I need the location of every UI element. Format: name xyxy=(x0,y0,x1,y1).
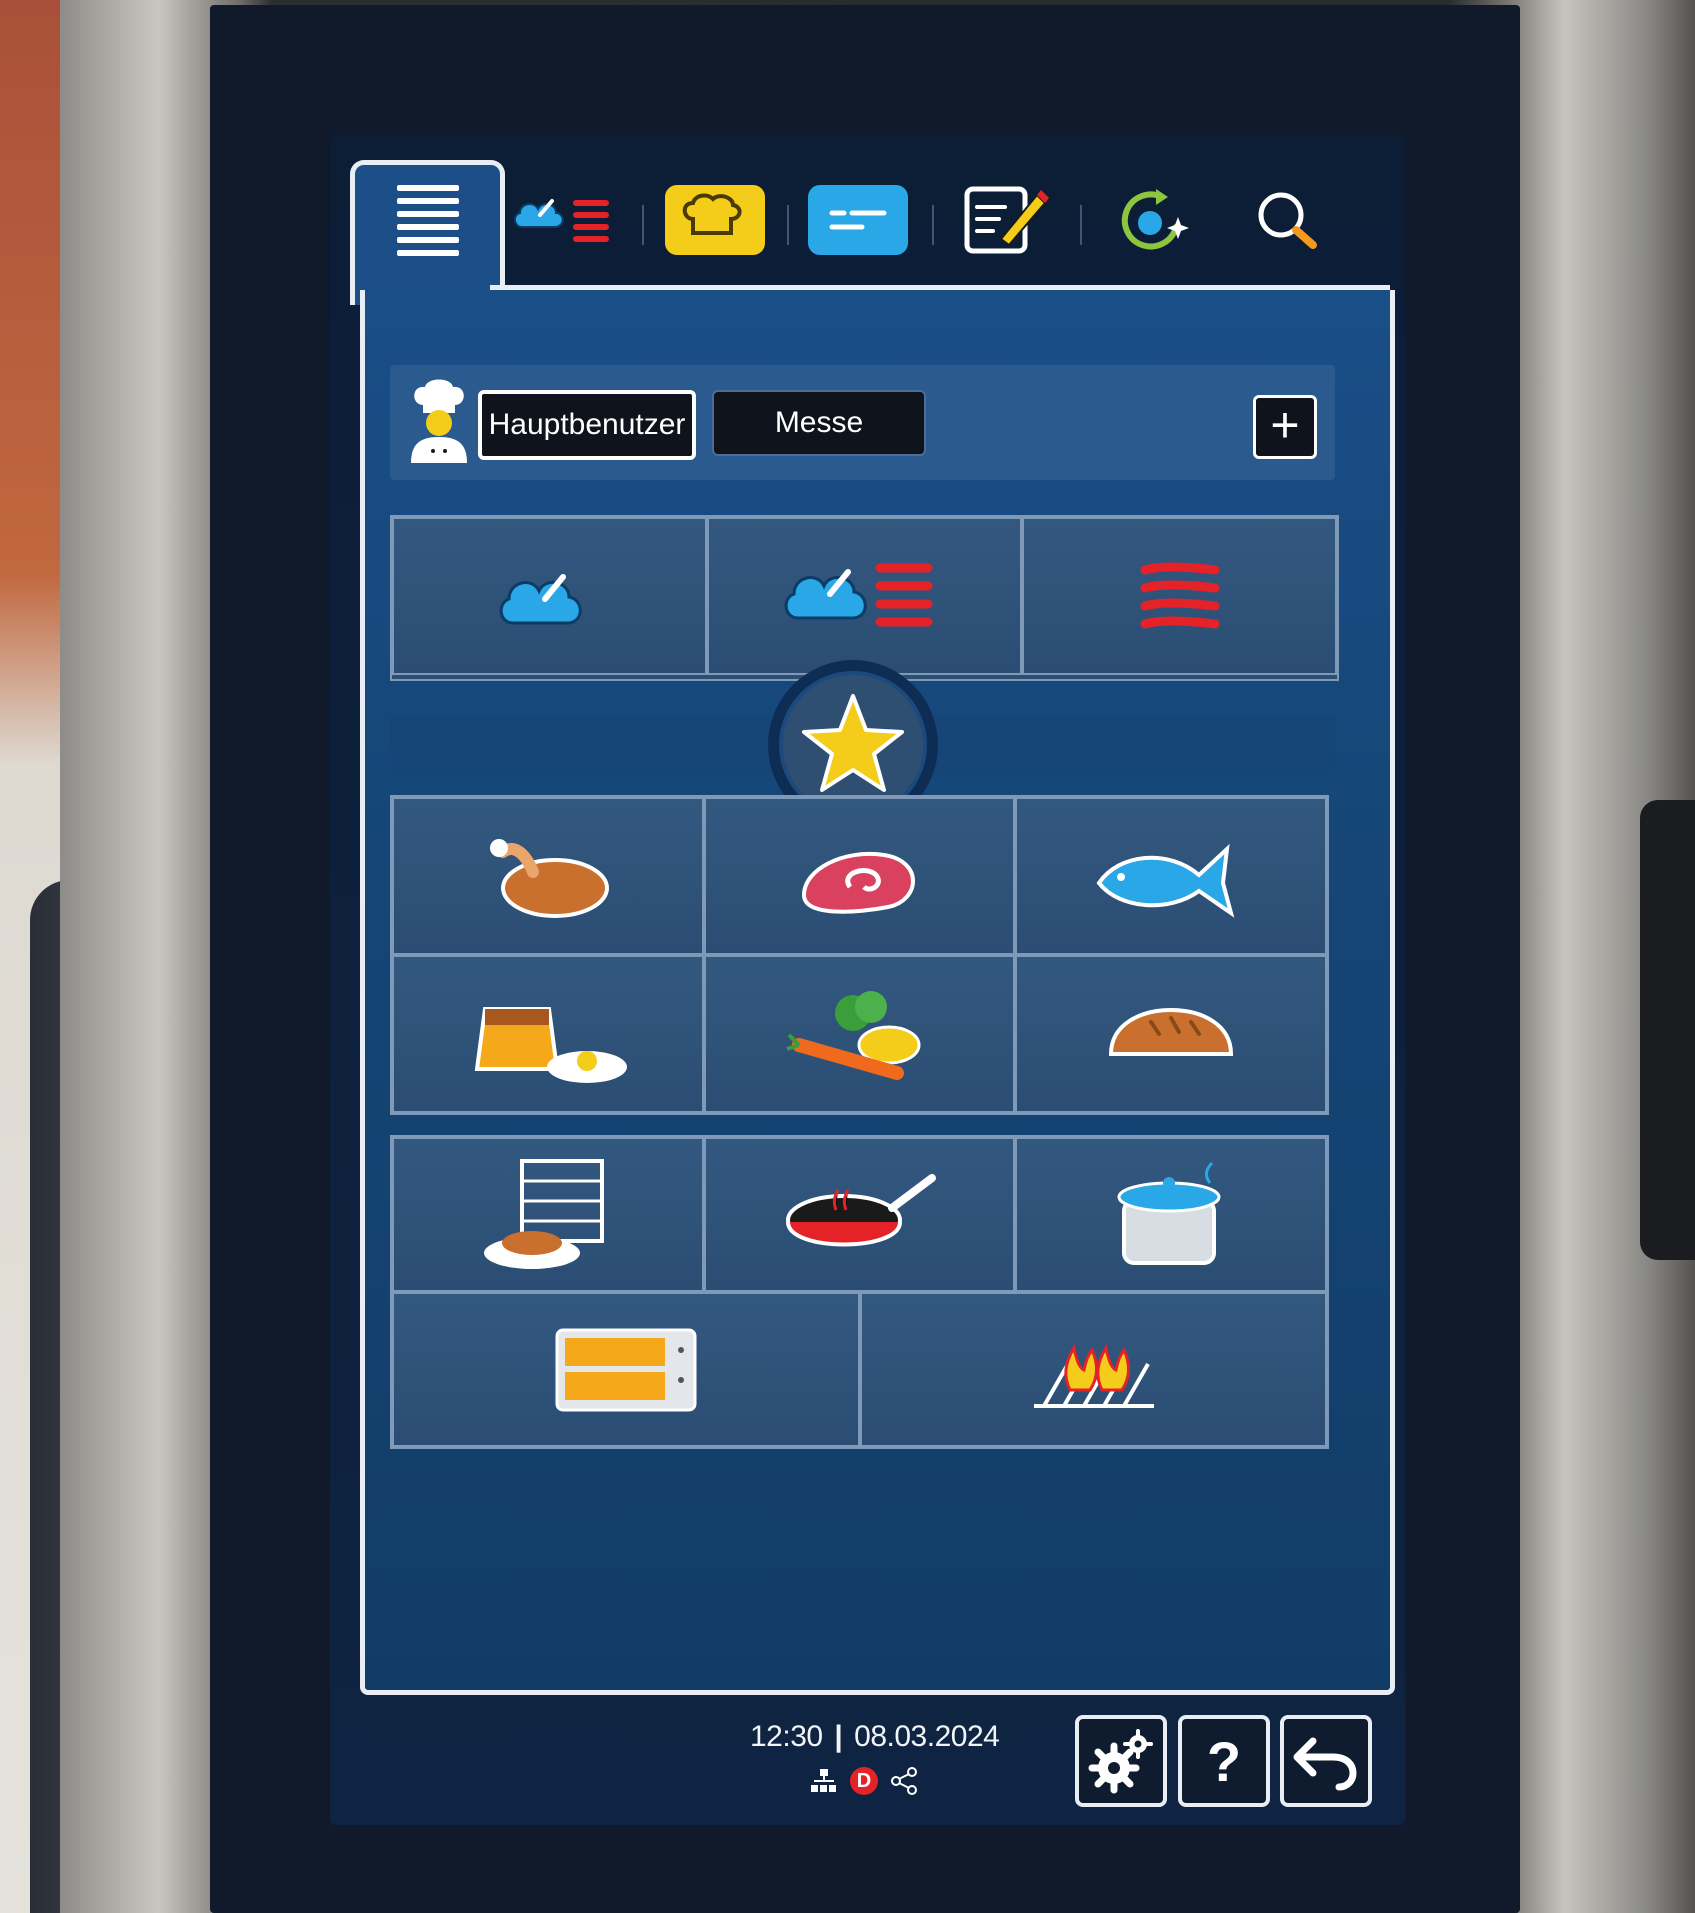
clock-time: 12:30 xyxy=(750,1720,823,1753)
combi-steam-heat-icon xyxy=(784,563,932,627)
status-icons: D xyxy=(810,1767,918,1795)
mode-cooking-pot[interactable] xyxy=(1015,1137,1327,1292)
fish-icon xyxy=(1096,843,1235,918)
mode-steam[interactable] xyxy=(392,517,707,675)
oven-door-handle xyxy=(1640,800,1695,1260)
category-eggs-desserts[interactable] xyxy=(392,955,704,1113)
menu-lines-icon xyxy=(397,185,459,256)
user-profile-bar: Hauptbenutzer Messe + xyxy=(390,365,1335,480)
tab-bakery[interactable] xyxy=(660,180,770,260)
pan-icon xyxy=(785,1173,936,1246)
pudding-egg-icon xyxy=(474,1007,627,1083)
settings-button[interactable] xyxy=(1075,1715,1167,1807)
program-list-icon xyxy=(808,185,908,255)
pot-icon xyxy=(1117,1161,1221,1265)
meat-icon xyxy=(801,851,915,914)
mode-hot-air[interactable] xyxy=(1022,517,1337,675)
bread-chef-icon xyxy=(665,185,765,255)
mode-pan-frying[interactable] xyxy=(704,1137,1015,1292)
back-arrow-icon xyxy=(1293,1737,1357,1791)
mode-holding[interactable] xyxy=(392,1292,860,1447)
sync-star-icon xyxy=(1121,189,1189,250)
category-vegetables[interactable] xyxy=(704,955,1015,1113)
tab-programs[interactable] xyxy=(803,180,913,260)
edit-notepad-icon xyxy=(964,186,1049,254)
tab-edit[interactable] xyxy=(950,180,1060,260)
grill-icon xyxy=(1033,1343,1154,1408)
vegetables-icon xyxy=(785,991,920,1080)
hot-air-icon xyxy=(1140,562,1219,629)
help-label: ? xyxy=(1206,1729,1242,1793)
category-bakery[interactable] xyxy=(1015,955,1327,1113)
tab-menu[interactable] xyxy=(350,160,505,305)
d-badge-icon: D xyxy=(850,1767,878,1795)
user-button-messe[interactable]: Messe xyxy=(712,390,926,456)
star-icon xyxy=(802,694,904,792)
clock-date: 08.03.2024 xyxy=(854,1720,1000,1753)
tab-steam-grill[interactable] xyxy=(510,180,620,260)
special-mode-grid xyxy=(390,1135,1329,1449)
tab-separator xyxy=(1080,205,1082,245)
category-poultry[interactable] xyxy=(392,797,704,955)
category-meat[interactable] xyxy=(704,797,1015,955)
back-button[interactable] xyxy=(1280,1715,1372,1807)
chef-icon xyxy=(405,377,475,472)
tab-separator xyxy=(642,205,644,245)
chicken-icon xyxy=(490,839,609,918)
share-icon xyxy=(891,1767,917,1795)
user-button-hauptbenutzer[interactable]: Hauptbenutzer xyxy=(478,390,696,460)
plate-rack-icon xyxy=(484,1158,604,1269)
clock: 12:30 | 08.03.2024 xyxy=(750,1720,1000,1754)
network-icon xyxy=(811,1769,836,1792)
oven-icon xyxy=(555,1328,697,1411)
mode-grill[interactable] xyxy=(860,1292,1327,1447)
add-user-button[interactable]: + xyxy=(1253,395,1317,459)
steam-icon xyxy=(499,574,582,625)
tab-refresh[interactable] xyxy=(1100,180,1210,260)
mode-banquet[interactable] xyxy=(392,1137,704,1292)
tab-separator xyxy=(787,205,789,245)
tab-search[interactable] xyxy=(1235,180,1345,260)
mode-grid xyxy=(390,515,1339,681)
clock-separator: | xyxy=(834,1720,843,1753)
touch-screen: Hauptbenutzer Messe + 12:30 | 08.03.2024… xyxy=(330,135,1405,1825)
tab-bar xyxy=(330,135,1405,305)
food-category-grid xyxy=(390,795,1329,1115)
mode-combi[interactable] xyxy=(707,517,1022,675)
category-fish[interactable] xyxy=(1015,797,1327,955)
search-icon xyxy=(1258,192,1317,249)
tab-separator xyxy=(932,205,934,245)
bread-icon xyxy=(1108,1007,1234,1056)
gear-icon xyxy=(1088,1729,1153,1794)
steam-heat-icon xyxy=(514,199,609,242)
help-button[interactable]: ? xyxy=(1178,1715,1270,1807)
